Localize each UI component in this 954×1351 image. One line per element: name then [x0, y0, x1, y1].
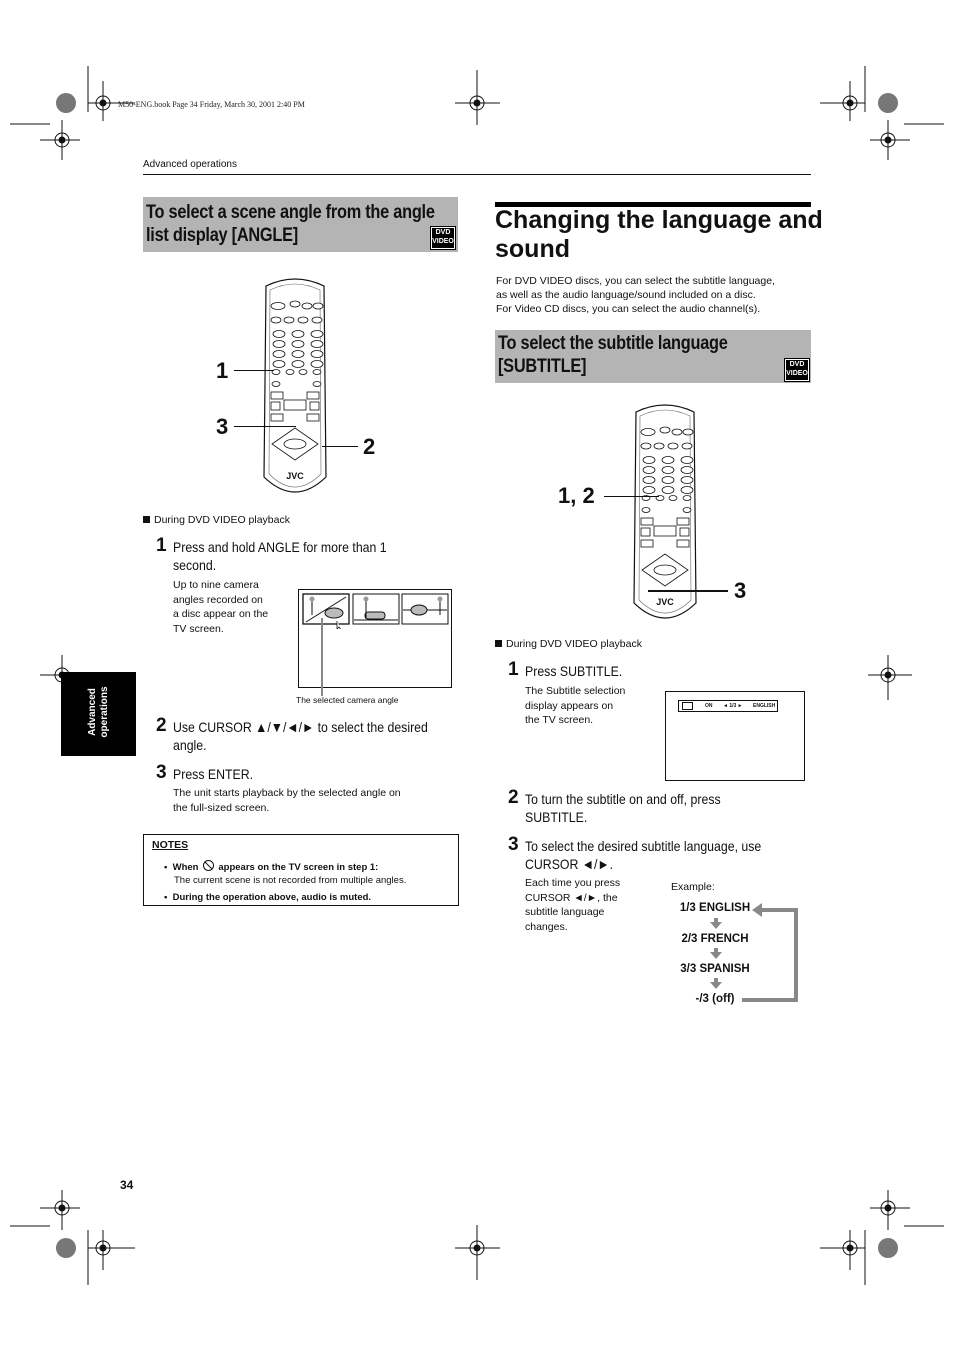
step1-text: Press and hold ANGLE for more than 1 seco…	[173, 539, 387, 573]
r-step3-text: To select the desired subtitle language,…	[525, 838, 762, 872]
callout-2-leader	[322, 446, 358, 447]
step3-text: Press ENTER.	[173, 766, 254, 782]
subtitle-heading-line1: To select the subtitle language	[498, 333, 728, 354]
step3-description: The unit starts playback by the selected…	[173, 787, 401, 814]
remote-control-illustration: JVC	[633, 404, 697, 619]
angle-thumbnail-2	[352, 593, 400, 625]
page-number: 34	[120, 1178, 134, 1192]
callout-3: 3	[216, 414, 229, 439]
angle-section-heading: To select a scene angle from the angle l…	[143, 197, 458, 252]
header-rule	[143, 174, 811, 175]
step1-number: 1	[156, 535, 167, 556]
during-playback-label-left: During DVD VIDEO playback	[143, 514, 290, 526]
r-step3-description: Each time you press CURSOR ◄/►, the subtit…	[525, 877, 621, 933]
remote-control-illustration: JVC	[263, 278, 327, 493]
step3-number: 3	[156, 762, 167, 783]
prohibited-icon	[202, 860, 214, 871]
subtitle-heading-line2: [SUBTITLE]	[498, 356, 587, 377]
subtitle-icon	[682, 702, 693, 710]
notes-title: NOTES	[152, 839, 189, 851]
angle-thumbnail-3	[401, 593, 449, 625]
angle-heading-line1: To select a scene angle from the angle	[146, 202, 435, 223]
step1-description: Up to nine camera angles recorded on a dis…	[173, 579, 269, 635]
angle-thumbnail-1	[302, 593, 350, 625]
r-step2-number: 2	[508, 787, 519, 808]
running-header: Advanced operations	[143, 159, 237, 170]
loop-back-arrow-icon	[742, 903, 798, 1002]
during-playback-label-right: During DVD VIDEO playback	[495, 638, 642, 650]
callout-1-2-leader	[604, 496, 659, 497]
down-arrow-icon	[710, 918, 722, 929]
callout-3-right-leader	[648, 590, 728, 592]
selected-angle-caption: The selected camera angle	[296, 695, 399, 705]
notes-box: NOTES • When appears on the TV screen in…	[143, 834, 459, 906]
r-step2-text: To turn the subtitle on and off, press SU…	[525, 791, 721, 825]
angle-heading-line2: list display [ANGLE]	[146, 225, 298, 246]
r-step1-number: 1	[508, 659, 519, 680]
step2-number: 2	[156, 715, 167, 736]
down-arrow-icon	[710, 948, 722, 959]
down-arrow-icon	[710, 978, 722, 989]
subtitle-osd-bar: ON ◄ 1/3 ► ENGLISH	[678, 700, 778, 712]
example-label: Example:	[671, 881, 715, 893]
r-step3-number: 3	[508, 834, 519, 855]
r-step1-description: The Subtitle selection display appears on…	[525, 685, 626, 726]
r-step1-text: Press SUBTITLE.	[525, 663, 623, 679]
svg-text:JVC: JVC	[656, 597, 674, 607]
osd-language: ENGLISH	[753, 703, 776, 709]
osd-state: ON	[705, 703, 713, 709]
note-item-2: • During the operation above, audio is m…	[164, 892, 372, 903]
subtitle-tv-screen: ON ◄ 1/3 ► ENGLISH	[665, 691, 805, 781]
dvd-video-badge: DVD VIDEO	[430, 226, 456, 250]
book-info: M50-ENG.book Page 34 Friday, March 30, 2…	[118, 100, 305, 109]
callout-1-leader	[234, 370, 274, 371]
callout-1-2: 1, 2	[558, 483, 595, 508]
callout-3-right: 3	[734, 578, 747, 603]
note-item-1: • When appears on the TV screen in step …	[164, 860, 407, 886]
page-title: Changing the language and sound	[495, 206, 823, 263]
subtitle-section-heading: To select the subtitle language [SUBTITL…	[495, 330, 811, 383]
callout-3-leader	[234, 426, 296, 427]
svg-text:JVC: JVC	[286, 471, 304, 481]
callout-2: 2	[363, 434, 376, 459]
selected-angle-leader	[321, 618, 323, 696]
step2-text: Use CURSOR ▲/▼/◄/► to select the desired…	[173, 719, 428, 753]
section-side-tab: Advanced operations	[61, 672, 136, 756]
dvd-video-badge: DVD VIDEO	[784, 358, 810, 382]
callout-1: 1	[216, 358, 229, 383]
osd-track: ◄ 1/3 ►	[723, 703, 743, 709]
intro-text: For DVD VIDEO discs, you can select the …	[496, 275, 775, 315]
